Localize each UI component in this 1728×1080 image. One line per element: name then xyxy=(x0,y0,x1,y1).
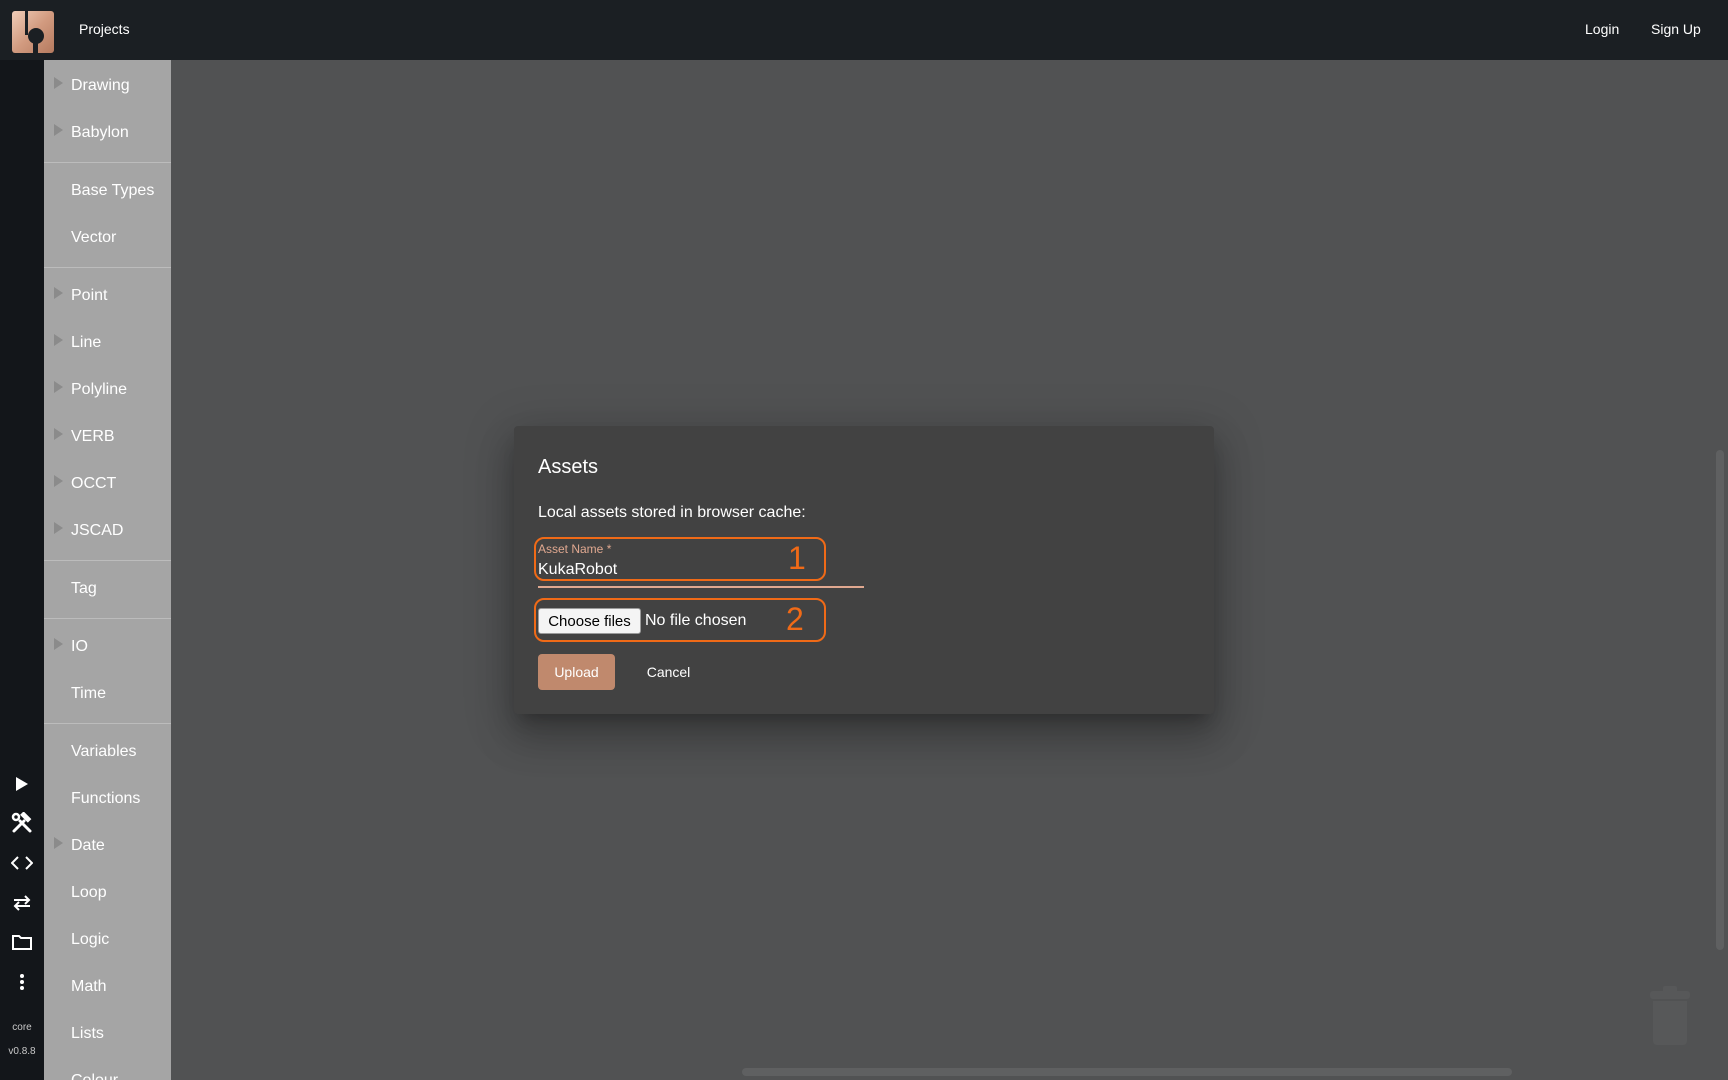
trash-icon[interactable] xyxy=(1650,986,1690,1045)
code-icon[interactable] xyxy=(10,851,34,875)
top-bar: Projects Login Sign Up xyxy=(0,0,1728,60)
folder-icon[interactable] xyxy=(10,930,34,954)
vertical-scrollbar[interactable] xyxy=(1716,450,1724,950)
category-panel: Drawing Babylon Base Types Vector Point … xyxy=(44,60,171,1080)
dialog-title: Assets xyxy=(538,456,599,478)
more-vertical-icon[interactable] xyxy=(10,970,34,994)
category-divider xyxy=(44,723,171,724)
expand-arrow-icon xyxy=(54,124,63,136)
dialog-description: Local assets stored in browser cache: xyxy=(538,504,806,521)
expand-arrow-icon xyxy=(54,334,63,346)
nav-signup-link[interactable]: Sign Up xyxy=(1651,21,1701,37)
expand-arrow-icon xyxy=(54,287,63,299)
expand-arrow-icon xyxy=(54,522,63,534)
annotation-number-1: 1 xyxy=(788,540,806,576)
category-divider xyxy=(44,162,171,163)
category-drawing[interactable]: Drawing xyxy=(44,65,171,105)
category-base-types[interactable]: Base Types xyxy=(44,170,171,210)
category-polyline[interactable]: Polyline xyxy=(44,369,171,409)
left-rail: core v0.8.8 xyxy=(0,60,44,1080)
version-label: v0.8.8 xyxy=(8,1046,36,1057)
expand-arrow-icon xyxy=(54,475,63,487)
nav-login-link[interactable]: Login xyxy=(1585,21,1619,37)
category-occt[interactable]: OCCT xyxy=(44,463,171,503)
upload-button[interactable]: Upload xyxy=(538,654,615,690)
core-label: core xyxy=(12,1022,32,1033)
annotation-number-2: 2 xyxy=(786,601,804,637)
expand-arrow-icon xyxy=(54,837,63,849)
category-math[interactable]: Math xyxy=(44,966,171,1006)
category-lists[interactable]: Lists xyxy=(44,1013,171,1053)
expand-arrow-icon xyxy=(54,381,63,393)
category-functions[interactable]: Functions xyxy=(44,778,171,818)
category-colour[interactable]: Colour xyxy=(44,1060,171,1080)
category-variables[interactable]: Variables xyxy=(44,731,171,771)
nav-projects-link[interactable]: Projects xyxy=(79,21,130,37)
category-time[interactable]: Time xyxy=(44,673,171,713)
category-loop[interactable]: Loop xyxy=(44,872,171,912)
category-tag[interactable]: Tag xyxy=(44,568,171,608)
annotation-box-2 xyxy=(534,598,826,642)
expand-arrow-icon xyxy=(54,638,63,650)
asset-name-underline xyxy=(538,586,864,588)
category-io[interactable]: IO xyxy=(44,626,171,666)
horizontal-scrollbar[interactable] xyxy=(742,1068,1512,1076)
category-vector[interactable]: Vector xyxy=(44,217,171,257)
expand-arrow-icon xyxy=(54,428,63,440)
app-logo[interactable] xyxy=(12,11,54,53)
category-divider xyxy=(44,560,171,561)
play-icon[interactable] xyxy=(10,772,34,796)
category-jscad[interactable]: JSCAD xyxy=(44,510,171,550)
category-verb[interactable]: VERB xyxy=(44,416,171,456)
tools-icon[interactable] xyxy=(10,811,34,835)
category-date[interactable]: Date xyxy=(44,825,171,865)
category-divider xyxy=(44,267,171,268)
category-babylon[interactable]: Babylon xyxy=(44,112,171,152)
swap-icon[interactable] xyxy=(10,891,34,915)
category-divider xyxy=(44,618,171,619)
cancel-button[interactable]: Cancel xyxy=(630,654,707,690)
category-point[interactable]: Point xyxy=(44,275,171,315)
category-logic[interactable]: Logic xyxy=(44,919,171,959)
expand-arrow-icon xyxy=(54,77,63,89)
annotation-box-1 xyxy=(534,537,826,581)
category-line[interactable]: Line xyxy=(44,322,171,362)
